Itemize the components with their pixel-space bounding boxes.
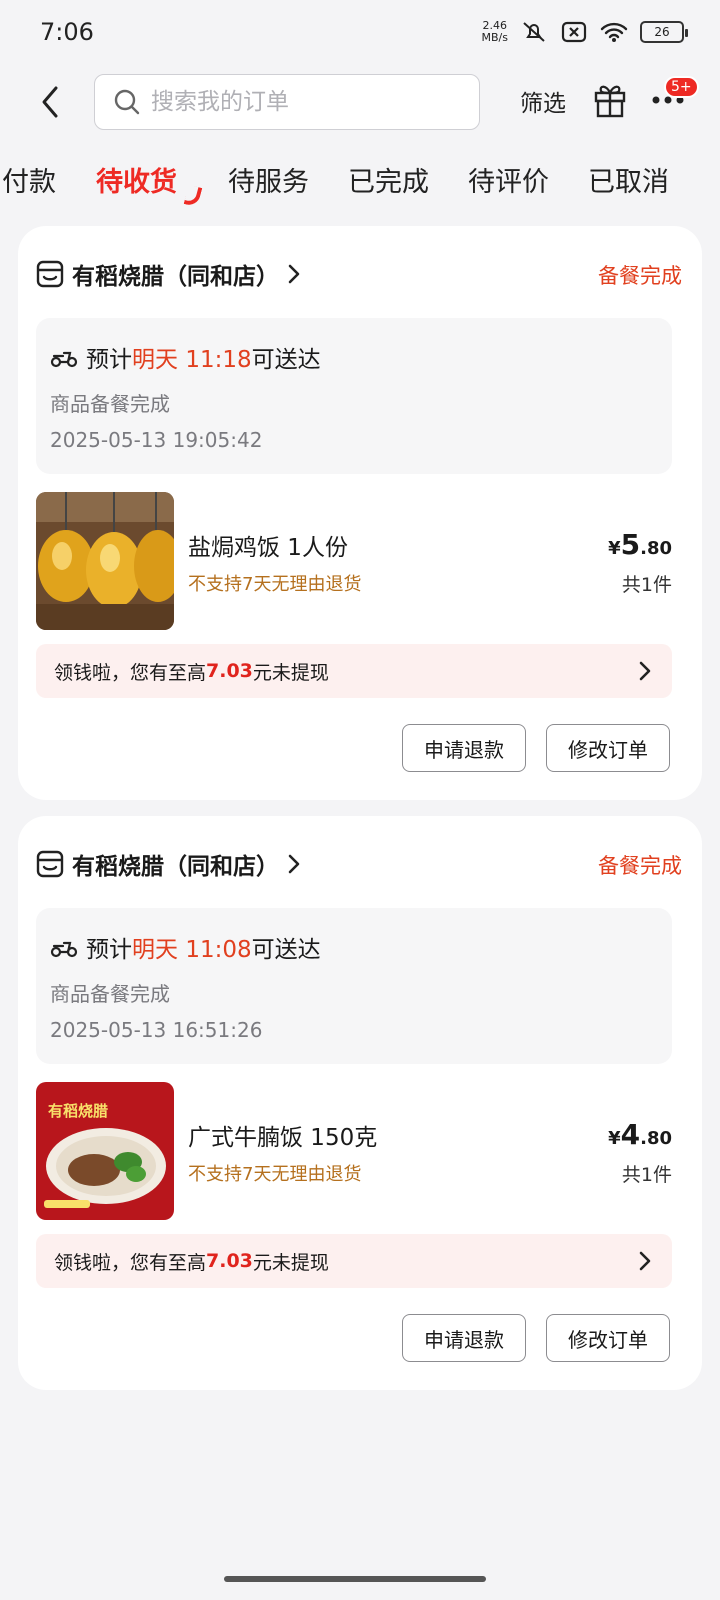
tab-pending-payment[interactable]: 付款 bbox=[2, 160, 56, 199]
image-brand-text: 有稻烧腊 bbox=[48, 1102, 108, 1120]
modify-order-button[interactable]: 修改订单 bbox=[546, 1314, 670, 1362]
price: ¥5.80 bbox=[608, 528, 672, 561]
tab-pending-receipt[interactable]: 待收货 bbox=[96, 160, 177, 199]
notification-badge: 5+ bbox=[664, 76, 699, 98]
delivery-estimate: 预计明天 11:18可送达 bbox=[50, 340, 321, 374]
product-name: 盐焗鸡饭 1人份 bbox=[188, 535, 348, 561]
chevron-right-icon bbox=[287, 852, 307, 876]
store-link[interactable]: 有稻烧腊（同和店） bbox=[36, 846, 307, 882]
status-icons: 2.46 MB/s 26 bbox=[481, 19, 688, 44]
search-icon bbox=[114, 89, 140, 115]
roast-chicken-image bbox=[36, 492, 174, 630]
network-speed: 2.46 MB/s bbox=[481, 19, 508, 44]
active-tab-indicator bbox=[183, 184, 203, 208]
quantity: 共1件 bbox=[621, 574, 672, 596]
no-sim-icon bbox=[560, 20, 588, 44]
filter-button[interactable]: 筛选 bbox=[520, 84, 566, 118]
tab-completed[interactable]: 已完成 bbox=[348, 160, 429, 199]
search-box[interactable] bbox=[94, 74, 480, 130]
scooter-icon bbox=[50, 941, 78, 958]
bell-muted-icon bbox=[520, 20, 548, 44]
order-status: 备餐完成 bbox=[598, 854, 682, 878]
chevron-right-icon bbox=[287, 262, 307, 286]
chevron-right-icon bbox=[638, 1250, 652, 1272]
tab-cancelled[interactable]: 已取消 bbox=[588, 160, 669, 199]
order-card[interactable]: 有稻烧腊（同和店） 备餐完成 预计明天 11:18可送达 商品备餐完成 2025… bbox=[18, 226, 702, 800]
gift-button[interactable] bbox=[590, 78, 630, 122]
header: 筛选 5+ bbox=[0, 70, 720, 132]
order-tabs: 付款 待收货 待服务 已完成 待评价 已取消 bbox=[0, 150, 720, 214]
order-timestamp: 2025-05-13 19:05:42 bbox=[50, 428, 263, 452]
beef-brisket-rice-image: 有稻烧腊 bbox=[36, 1082, 174, 1220]
battery-icon: 26 bbox=[640, 21, 688, 43]
chevron-right-icon bbox=[638, 660, 652, 682]
chevron-left-icon bbox=[42, 86, 58, 118]
price: ¥4.80 bbox=[608, 1118, 672, 1151]
return-policy-note: 不支持7天无理由退货 bbox=[188, 574, 362, 595]
tab-pending-service[interactable]: 待服务 bbox=[228, 160, 309, 199]
store-name: 有稻烧腊（同和店） bbox=[72, 854, 279, 880]
cashback-promo-bar[interactable]: 领钱啦，您有至高 7.03 元未提现 bbox=[36, 1234, 672, 1288]
store-name: 有稻烧腊（同和店） bbox=[72, 264, 279, 290]
order-card[interactable]: 有稻烧腊（同和店） 备餐完成 预计明天 11:08可送达 商品备餐完成 2025… bbox=[18, 816, 702, 1390]
gift-icon bbox=[594, 85, 626, 118]
wifi-icon bbox=[600, 20, 628, 44]
back-button[interactable] bbox=[32, 82, 68, 122]
delivery-info: 预计明天 11:08可送达 商品备餐完成 2025-05-13 16:51:26 bbox=[36, 908, 672, 1064]
order-status: 备餐完成 bbox=[598, 264, 682, 288]
store-link[interactable]: 有稻烧腊（同和店） bbox=[36, 256, 307, 292]
home-indicator[interactable] bbox=[224, 1576, 486, 1582]
order-timestamp: 2025-05-13 16:51:26 bbox=[50, 1018, 263, 1042]
product-item[interactable]: 盐焗鸡饭 1人份 不支持7天无理由退货 ¥5.80 共1件 bbox=[36, 492, 672, 630]
modify-order-button[interactable]: 修改订单 bbox=[546, 724, 670, 772]
tab-pending-review[interactable]: 待评价 bbox=[468, 160, 549, 199]
delivery-info: 预计明天 11:18可送达 商品备餐完成 2025-05-13 19:05:42 bbox=[36, 318, 672, 474]
delivery-estimate: 预计明天 11:08可送达 bbox=[50, 930, 321, 964]
return-policy-note: 不支持7天无理由退货 bbox=[188, 1164, 362, 1185]
sub-status: 商品备餐完成 bbox=[50, 392, 170, 416]
search-input[interactable] bbox=[151, 89, 451, 115]
status-time: 7:06 bbox=[40, 18, 94, 46]
product-item[interactable]: 有稻烧腊 广式牛腩饭 150克 不支持7天无理由退货 ¥4.80 共1件 bbox=[36, 1082, 672, 1220]
cashback-promo-bar[interactable]: 领钱啦，您有至高 7.03 元未提现 bbox=[36, 644, 672, 698]
store-icon bbox=[36, 850, 64, 878]
quantity: 共1件 bbox=[621, 1164, 672, 1186]
product-name: 广式牛腩饭 150克 bbox=[188, 1125, 378, 1151]
request-refund-button[interactable]: 申请退款 bbox=[402, 1314, 526, 1362]
store-icon bbox=[36, 260, 64, 288]
request-refund-button[interactable]: 申请退款 bbox=[402, 724, 526, 772]
status-bar: 7:06 2.46 MB/s 26 bbox=[0, 0, 720, 64]
sub-status: 商品备餐完成 bbox=[50, 982, 170, 1006]
scooter-icon bbox=[50, 351, 78, 368]
